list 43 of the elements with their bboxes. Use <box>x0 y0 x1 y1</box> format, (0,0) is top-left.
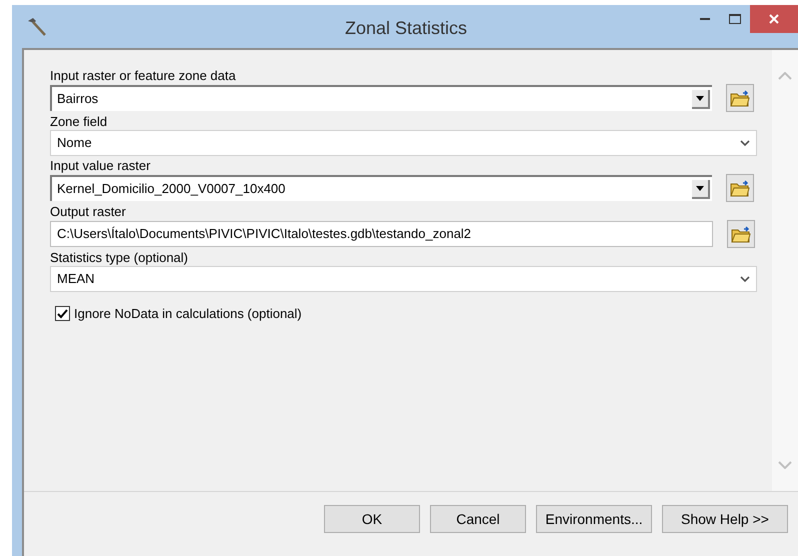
dropdown-field[interactable]: Bairros <box>50 85 712 111</box>
dropdown-field[interactable]: Nome <box>50 130 757 156</box>
checkbox[interactable] <box>55 306 70 322</box>
dropdown-button[interactable] <box>692 90 710 108</box>
field-value: Kernel_Domicilio_2000_V0007_10x400 <box>57 180 286 198</box>
caret-icon <box>696 186 704 190</box>
dialog-button[interactable]: Cancel <box>430 505 526 533</box>
close-button[interactable] <box>750 5 798 33</box>
folder-icon <box>730 89 750 107</box>
caret-icon <box>696 96 704 100</box>
field-label: Output raster <box>50 203 127 220</box>
field-value: Nome <box>57 134 93 152</box>
checkbox-label: Ignore NoData in calculations (optional) <box>74 305 302 323</box>
folder-icon <box>730 179 750 197</box>
dropdown-field[interactable]: Kernel_Domicilio_2000_V0007_10x400 <box>50 175 712 201</box>
field-label: Input raster or feature zone data <box>50 67 237 84</box>
scrollbar[interactable] <box>772 50 798 491</box>
field-value: Bairros <box>57 90 100 108</box>
field-label: Zone field <box>50 113 108 130</box>
minimize-icon <box>700 18 710 20</box>
folder-icon <box>731 225 751 243</box>
browse-button[interactable] <box>726 174 754 202</box>
chevron-down-icon <box>740 276 750 282</box>
check-icon <box>57 308 68 319</box>
field-label: Statistics type (optional) <box>50 249 190 266</box>
dropdown-button[interactable] <box>692 180 710 198</box>
dialog-button[interactable]: Environments... <box>536 505 652 533</box>
dialog-button[interactable]: Show Help >> <box>662 505 788 533</box>
close-icon <box>769 14 779 24</box>
chevron-up-icon <box>778 72 792 80</box>
browse-button[interactable] <box>726 84 754 112</box>
field-value: C:\Users\Ítalo\Documents\PIVIC\PIVIC\Italo\testes.gdb\testando_zonal2 <box>57 225 472 244</box>
field-label: Input value raster <box>50 157 152 174</box>
text-field[interactable]: C:\Users\Ítalo\Documents\PIVIC\PIVIC\Italo\testes.gdb\testando_zonal2 <box>50 221 713 247</box>
dropdown-field[interactable]: MEAN <box>50 266 757 292</box>
hammer-icon <box>26 16 48 36</box>
window-title: Zonal Statistics <box>345 17 468 40</box>
maximize-icon <box>729 14 741 24</box>
chevron-down-icon <box>740 140 750 146</box>
field-value: MEAN <box>57 270 96 288</box>
dialog-button[interactable]: OK <box>324 505 420 533</box>
chevron-down-icon <box>778 461 792 469</box>
browse-button[interactable] <box>727 220 755 248</box>
